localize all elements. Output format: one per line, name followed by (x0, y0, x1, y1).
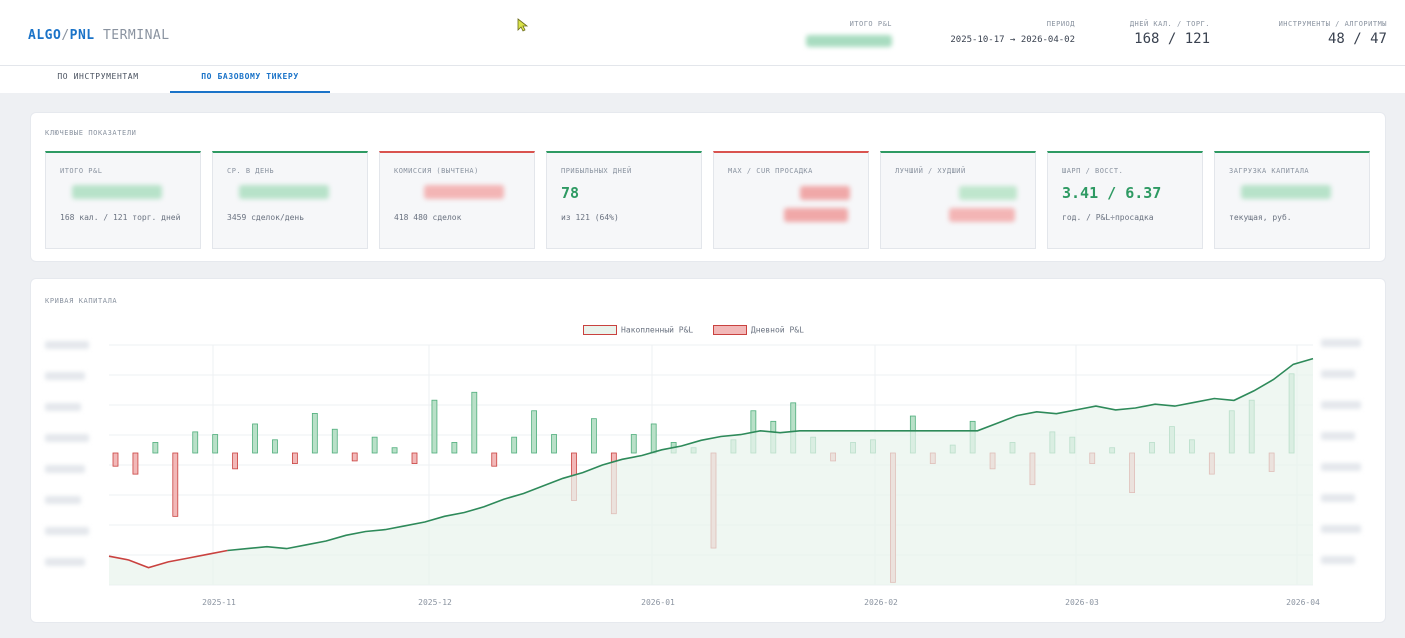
redacted-value (800, 186, 850, 200)
top-bar: ALGO/PNL TERMINAL ИТОГО P&L ПЕРИОД 2025-… (0, 0, 1405, 66)
kpi-card-label: СР. В ДЕНЬ (227, 167, 275, 175)
daily-pnl-bar (331, 428, 338, 454)
stat-total-pnl-value (800, 35, 892, 50)
x-tick-label: 2025-12 (418, 598, 452, 607)
app-brand[interactable]: ALGO/PNL TERMINAL (28, 28, 170, 43)
kpi-card-subtext: из 121 (64%) (561, 213, 619, 222)
daily-pnl-bar (132, 452, 139, 475)
daily-pnl-bar (192, 431, 199, 454)
daily-pnl-bar (411, 452, 418, 464)
stat-total-pnl-label: ИТОГО P&L (849, 20, 892, 28)
brand-slash: / (61, 28, 70, 43)
kpi-card: ЗАГРУЗКА КАПИТАЛА текущая, руб. (1214, 151, 1370, 249)
daily-pnl-bar (471, 391, 478, 454)
stat-days-label: ДНЕЙ КАЛ. / ТОРГ. (1129, 20, 1210, 28)
kpi-card: ШАРП / ВОССТ. 3.41 / 6.37 год. / P&L÷проса… (1047, 151, 1203, 249)
x-tick-label: 2026-04 (1286, 598, 1320, 607)
daily-pnl-bar (272, 439, 278, 454)
kpi-card-subtext: год. / P&L÷просадка (1062, 213, 1154, 222)
brand-terminal: TERMINAL (102, 28, 170, 43)
daily-pnl-bar (591, 418, 597, 454)
daily-pnl-bar (391, 447, 398, 454)
daily-pnl-bar (212, 434, 219, 454)
daily-pnl-bar (152, 442, 159, 454)
kpi-card-subtext: 168 кал. / 121 торг. дней (60, 213, 181, 222)
stat-instruments-value: 48 / 47 (1327, 31, 1387, 47)
daily-pnl-bar (291, 452, 298, 464)
kpi-card-label: ЗАГРУЗКА КАПИТАЛА (1229, 167, 1310, 175)
kpi-card-label: ШАРП / ВОССТ. (1062, 167, 1124, 175)
daily-pnl-bar (311, 412, 318, 454)
daily-pnl-bar (650, 423, 657, 454)
daily-pnl-bar (551, 434, 557, 454)
kpi-card: ЛУЧШИЙ / ХУДШИЙ (880, 151, 1036, 249)
stat-period-value: 2025-10-17 → 2026-04-02 (950, 35, 1075, 45)
daily-pnl-bar (252, 423, 258, 454)
kpi-card-subtext: 3459 сделок/день (227, 213, 305, 222)
x-tick-label: 2026-02 (864, 598, 898, 607)
stat-days: ДНЕЙ КАЛ. / ТОРГ. 168 / 121 (1088, 20, 1210, 47)
redacted-value (239, 185, 329, 199)
kpi-card: СР. В ДЕНЬ 3459 сделок/день (212, 151, 368, 249)
redacted-value (72, 185, 162, 199)
daily-pnl-bar (172, 452, 179, 517)
tab-by-instrument[interactable]: ПО ИНСТРУМЕНТАМ (28, 66, 168, 93)
stat-total-pnl: ИТОГО P&L (800, 20, 892, 50)
redacted-value (1241, 185, 1331, 199)
equity-panel: КРИВАЯ КАПИТАЛА Накопленный P&L Дневной … (30, 278, 1386, 623)
redacted-value (949, 208, 1015, 222)
stat-period: ПЕРИОД 2025-10-17 → 2026-04-02 (905, 20, 1075, 45)
daily-pnl-bar (371, 436, 378, 454)
redacted-value (424, 185, 504, 199)
redacted-value (959, 186, 1017, 200)
daily-pnl-bar (491, 452, 498, 467)
view-tabs: ПО ИНСТРУМЕНТАМ ПО БАЗОВОМУ ТИКЕРУ (0, 66, 1405, 93)
daily-pnl-bar (451, 442, 458, 454)
kpi-card: ПРИБЫЛЬНЫХ ДНЕЙ 78 из 121 (64%) (546, 151, 702, 249)
x-tick-label: 2025-11 (202, 598, 236, 607)
redacted-value (806, 35, 892, 47)
stat-days-value: 168 / 121 (1134, 31, 1210, 47)
stat-period-label: ПЕРИОД (1046, 20, 1075, 28)
brand-algo: ALGO (28, 28, 62, 43)
mouse-cursor-icon (517, 18, 529, 32)
kpi-card-label: MAX / CUR ПРОСАДКА (728, 167, 813, 175)
daily-pnl-bar (531, 410, 538, 454)
kpi-card-value: 78 (561, 184, 580, 202)
daily-pnl-bar (232, 452, 239, 470)
daily-pnl-bar (112, 452, 119, 467)
kpi-card-value: 3.41 / 6.37 (1062, 184, 1162, 202)
cumulative-pnl-area (109, 358, 1313, 585)
kpi-card: MAX / CUR ПРОСАДКА (713, 151, 869, 249)
kpi-card-subtext: 418 480 сделок (394, 213, 462, 222)
daily-pnl-bar (351, 452, 358, 462)
stat-instruments-label: ИНСТРУМЕНТЫ / АЛГОРИТМЫ (1278, 20, 1387, 28)
kpi-card: ИТОГО P&L 168 кал. / 121 торг. дней (45, 151, 201, 249)
daily-pnl-bar (630, 434, 637, 454)
kpi-card-label: ЛУЧШИЙ / ХУДШИЙ (895, 167, 966, 175)
stat-instruments: ИНСТРУМЕНТЫ / АЛГОРИТМЫ 48 / 47 (1225, 20, 1387, 47)
kpi-card-label: ПРИБЫЛЬНЫХ ДНЕЙ (561, 167, 632, 175)
kpi-card-label: ИТОГО P&L (60, 167, 103, 175)
kpi-panel: КЛЮЧЕВЫЕ ПОКАЗАТЕЛИ ИТОГО P&L 168 кал. / … (30, 112, 1386, 262)
daily-pnl-bar (431, 399, 438, 454)
kpi-card: КОМИССИЯ (ВЫЧТЕНА) 418 480 сделок (379, 151, 535, 249)
equity-chart[interactable]: 2025-11 2025-12 2026-01 2026-02 2026-03 2026-… (31, 279, 1387, 624)
redacted-value (784, 208, 848, 222)
x-tick-label: 2026-01 (641, 598, 675, 607)
kpi-panel-title: КЛЮЧЕВЫЕ ПОКАЗАТЕЛИ (45, 129, 137, 137)
brand-pnl: PNL (69, 28, 95, 43)
kpi-card-subtext: текущая, руб. (1229, 213, 1292, 222)
tab-by-base-ticker[interactable]: ПО БАЗОВОМУ ТИКЕРУ (170, 66, 330, 93)
kpi-card-label: КОМИССИЯ (ВЫЧТЕНА) (394, 167, 479, 175)
x-tick-label: 2026-03 (1065, 598, 1099, 607)
daily-pnl-bar (511, 436, 518, 454)
